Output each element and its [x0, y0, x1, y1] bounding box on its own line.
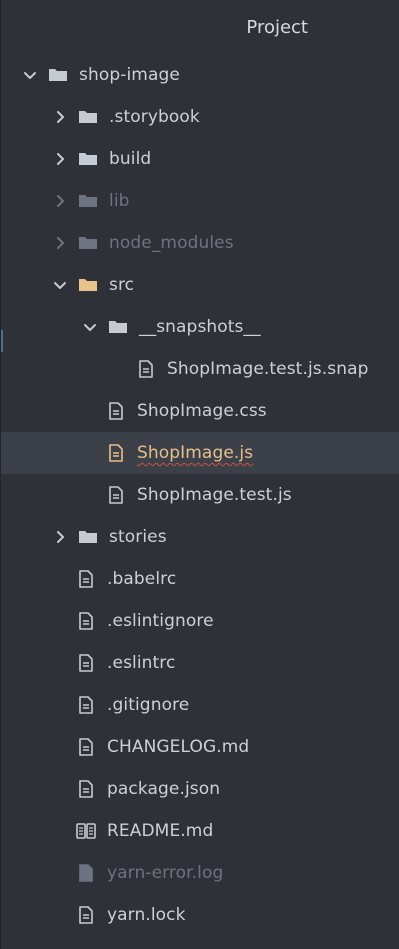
tree-file-row[interactable]: ShopImage.js [1, 432, 399, 474]
tree-item-label: .storybook [109, 107, 200, 127]
folder-icon [107, 316, 129, 338]
tree-folder-row[interactable]: stories [1, 516, 399, 558]
folder-open-icon [77, 274, 99, 296]
file-icon [105, 442, 127, 464]
tree-file-row[interactable]: .babelrc [1, 558, 399, 600]
chevron-down-icon[interactable] [79, 316, 101, 338]
tree-file-row[interactable]: ShopImage.test.js.snap [1, 348, 399, 390]
tree-item-label: shop-image [79, 65, 180, 85]
tree-item-label: .gitignore [107, 695, 190, 715]
tree-file-row[interactable]: .gitignore [1, 684, 399, 726]
file-icon [75, 568, 97, 590]
file-icon [135, 358, 157, 380]
file-icon [75, 652, 97, 674]
tree-file-row[interactable]: CHANGELOG.md [1, 726, 399, 768]
chevron-right-icon[interactable] [49, 232, 71, 254]
tree-item-label: yarn.lock [107, 905, 186, 925]
folder-icon [77, 190, 99, 212]
tree-item-label: node_modules [109, 233, 234, 253]
file-icon [105, 400, 127, 422]
tree-folder-row[interactable]: lib [1, 180, 399, 222]
tree-item-label: lib [109, 191, 130, 211]
panel-header: Project [1, 0, 399, 56]
folder-icon [47, 64, 69, 86]
book-icon [75, 820, 97, 842]
tree-item-label: build [109, 149, 152, 169]
panel-title: Project [246, 16, 308, 38]
tree-item-label: src [109, 275, 135, 295]
tree-file-row[interactable]: .eslintignore [1, 600, 399, 642]
tree-file-row[interactable]: ShopImage.css [1, 390, 399, 432]
file-tree: shop-image .storybook build lib node_modules… [1, 54, 399, 936]
file-icon [75, 862, 97, 884]
tree-folder-row[interactable]: __snapshots__ [1, 306, 399, 348]
tree-file-row[interactable]: README.md [1, 810, 399, 852]
tree-item-label: ShopImage.test.js [137, 485, 292, 505]
tree-item-label: README.md [107, 821, 214, 841]
tree-item-label: ShopImage.css [137, 401, 267, 421]
chevron-right-icon[interactable] [49, 148, 71, 170]
tree-file-row[interactable]: yarn.lock [1, 894, 399, 936]
tree-item-label: package.json [107, 779, 221, 799]
tree-file-row[interactable]: .eslintrc [1, 642, 399, 684]
tree-folder-row[interactable]: src [1, 264, 399, 306]
tree-item-label: .babelrc [107, 569, 177, 589]
folder-icon [77, 148, 99, 170]
file-icon [105, 484, 127, 506]
file-icon [75, 610, 97, 632]
file-icon [75, 736, 97, 758]
tree-item-label: __snapshots__ [139, 317, 261, 337]
tree-item-label: .eslintignore [107, 611, 214, 631]
chevron-right-icon[interactable] [49, 526, 71, 548]
tree-item-label: .eslintrc [107, 653, 176, 673]
tree-item-label: stories [109, 527, 167, 547]
tree-folder-row[interactable]: build [1, 138, 399, 180]
tree-folder-row[interactable]: node_modules [1, 222, 399, 264]
chevron-down-icon[interactable] [19, 64, 41, 86]
folder-icon [77, 526, 99, 548]
tree-file-row[interactable]: package.json [1, 768, 399, 810]
tree-folder-row[interactable]: .storybook [1, 96, 399, 138]
tree-item-label: ShopImage.js [137, 443, 254, 463]
tree-file-row[interactable]: yarn-error.log [1, 852, 399, 894]
file-icon [75, 904, 97, 926]
tree-item-label: ShopImage.test.js.snap [167, 359, 369, 379]
project-panel: Project shop-image .storybook build lib node… [0, 0, 399, 949]
tree-file-row[interactable]: ShopImage.test.js [1, 474, 399, 516]
folder-icon [77, 106, 99, 128]
file-icon [75, 778, 97, 800]
chevron-right-icon[interactable] [49, 190, 71, 212]
tree-item-label: yarn-error.log [107, 863, 224, 883]
tree-item-label: CHANGELOG.md [107, 737, 250, 757]
tree-folder-row[interactable]: shop-image [1, 54, 399, 96]
folder-icon [77, 232, 99, 254]
file-icon [75, 694, 97, 716]
chevron-right-icon[interactable] [49, 106, 71, 128]
chevron-down-icon[interactable] [49, 274, 71, 296]
